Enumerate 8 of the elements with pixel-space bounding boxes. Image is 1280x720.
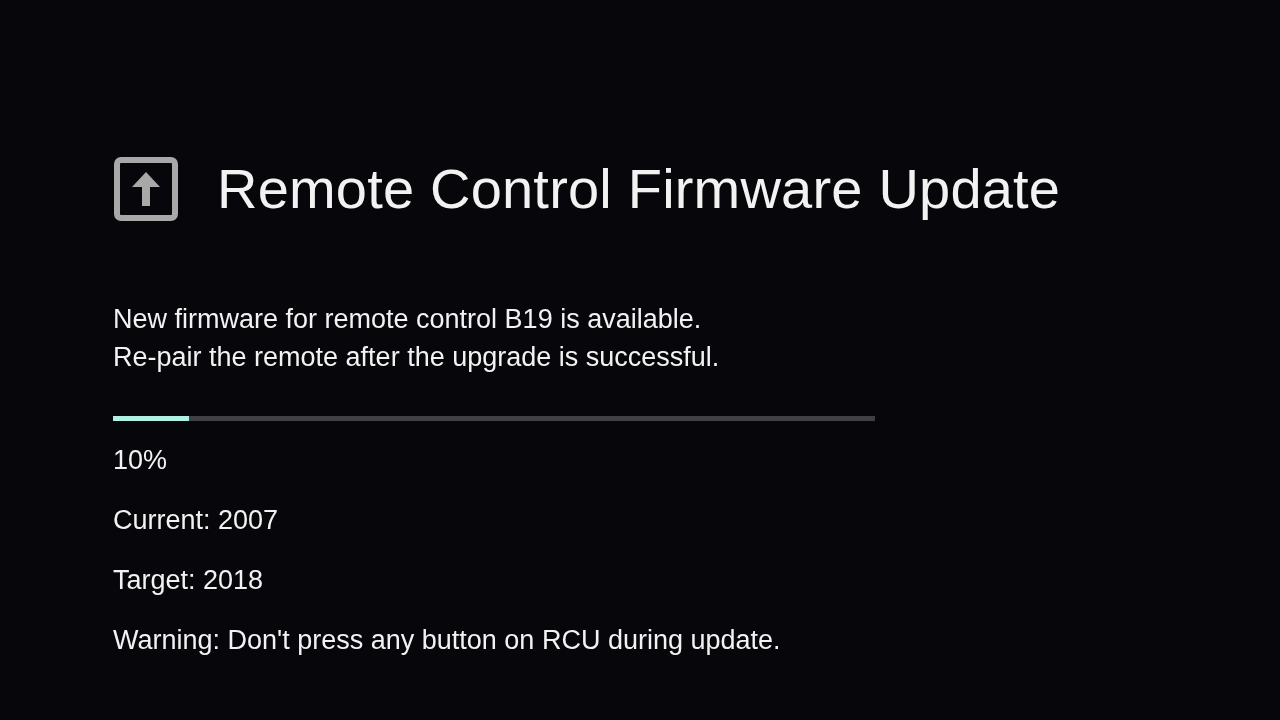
upload-icon [113,156,179,222]
detail-text: Current: 2007 [113,505,279,535]
message-text: New firmware for remote control B19 is available. [113,303,703,336]
detail-text: Warning: Don't press any button on RCU during update. [113,625,781,655]
message-text: Re-pair the remote after the upgrade is successful. [113,341,721,374]
detail-text: Target: 2018 [113,565,264,595]
page-title: Remote Control Firmware Update [217,157,1061,221]
progress-percent: 10% [113,445,168,475]
